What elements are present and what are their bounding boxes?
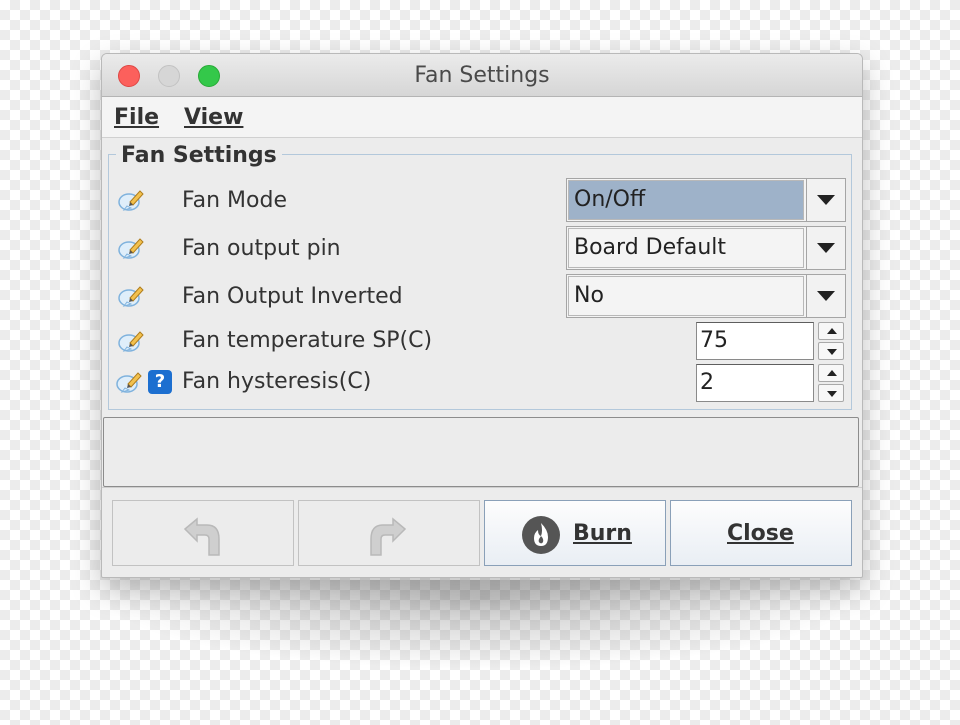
increment-button[interactable] bbox=[818, 364, 844, 382]
fan-hysteresis-spinner: 2 bbox=[696, 364, 846, 402]
window-shadow bbox=[100, 580, 860, 670]
chevron-down-icon bbox=[817, 291, 835, 301]
close-button-label: Close bbox=[727, 521, 794, 546]
group-title: Fan Settings bbox=[116, 143, 282, 168]
edit-note-icon bbox=[118, 286, 144, 307]
fan-output-pin-dropdown-button[interactable] bbox=[806, 227, 845, 269]
fan-temperature-sp-value: 75 bbox=[700, 328, 728, 353]
fan-hysteresis-label: Fan hysteresis(C) bbox=[182, 369, 372, 394]
decrement-button[interactable] bbox=[818, 384, 844, 402]
fan-temperature-sp-stepper bbox=[818, 322, 846, 360]
edit-note-icon bbox=[118, 331, 144, 352]
title-bar[interactable]: Fan Settings bbox=[102, 54, 862, 97]
chevron-up-icon bbox=[827, 328, 837, 334]
fan-output-inverted-dropdown-button[interactable] bbox=[806, 275, 845, 317]
fan-temperature-sp-spinner: 75 bbox=[696, 322, 846, 360]
edit-note-icon bbox=[118, 238, 144, 259]
redo-icon bbox=[370, 517, 407, 556]
fan-temperature-sp-input[interactable]: 75 bbox=[696, 322, 814, 360]
fan-output-pin-value: Board Default bbox=[574, 235, 727, 260]
footer-divider bbox=[102, 487, 862, 488]
chevron-down-icon bbox=[817, 243, 835, 253]
fan-settings-window: Fan Settings File View Fan Settings Fan … bbox=[101, 53, 863, 578]
chevron-up-icon bbox=[827, 370, 837, 376]
decrement-button[interactable] bbox=[818, 342, 844, 360]
flame-icon bbox=[522, 516, 560, 554]
edit-note-icon bbox=[116, 372, 142, 393]
close-button[interactable]: Close bbox=[670, 500, 852, 566]
undo-button[interactable] bbox=[112, 500, 294, 566]
burn-button[interactable]: Burn bbox=[484, 500, 666, 566]
fan-output-pin-dropdown[interactable]: Board Default bbox=[566, 226, 846, 270]
menu-bar: File View bbox=[102, 97, 862, 138]
fan-mode-value: On/Off bbox=[574, 187, 646, 212]
menu-file-label: File bbox=[114, 105, 160, 130]
window-title: Fan Settings bbox=[414, 63, 550, 88]
fan-output-inverted-value-box: No bbox=[568, 276, 804, 316]
fan-temperature-sp-label: Fan temperature SP(C) bbox=[182, 328, 433, 353]
fan-hysteresis-input[interactable]: 2 bbox=[696, 364, 814, 402]
status-panel bbox=[103, 417, 859, 487]
menu-view[interactable]: View bbox=[184, 105, 243, 130]
fan-output-inverted-value: No bbox=[574, 283, 604, 308]
chevron-down-icon bbox=[817, 195, 835, 205]
fan-hysteresis-value: 2 bbox=[700, 370, 714, 395]
increment-button[interactable] bbox=[818, 322, 844, 340]
redo-button[interactable] bbox=[298, 500, 480, 566]
burn-button-label: Burn bbox=[573, 521, 632, 546]
fan-output-pin-label: Fan output pin bbox=[182, 236, 341, 261]
fan-hysteresis-stepper bbox=[818, 364, 846, 402]
fan-mode-dropdown-button[interactable] bbox=[806, 179, 845, 221]
fan-mode-dropdown[interactable]: On/Off bbox=[566, 178, 846, 222]
menu-file[interactable]: File bbox=[114, 105, 159, 130]
chevron-down-icon bbox=[827, 349, 837, 355]
chevron-down-icon bbox=[827, 391, 837, 397]
help-icon[interactable]: ? bbox=[148, 370, 172, 394]
fan-mode-label: Fan Mode bbox=[182, 188, 287, 213]
fan-output-inverted-dropdown[interactable]: No bbox=[566, 274, 846, 318]
menu-view-label: View bbox=[184, 105, 244, 130]
fan-output-pin-value-box: Board Default bbox=[568, 228, 804, 268]
fan-output-inverted-label: Fan Output Inverted bbox=[182, 284, 403, 309]
undo-icon bbox=[183, 517, 220, 556]
fan-mode-value-box: On/Off bbox=[568, 180, 804, 220]
edit-note-icon bbox=[118, 190, 144, 211]
